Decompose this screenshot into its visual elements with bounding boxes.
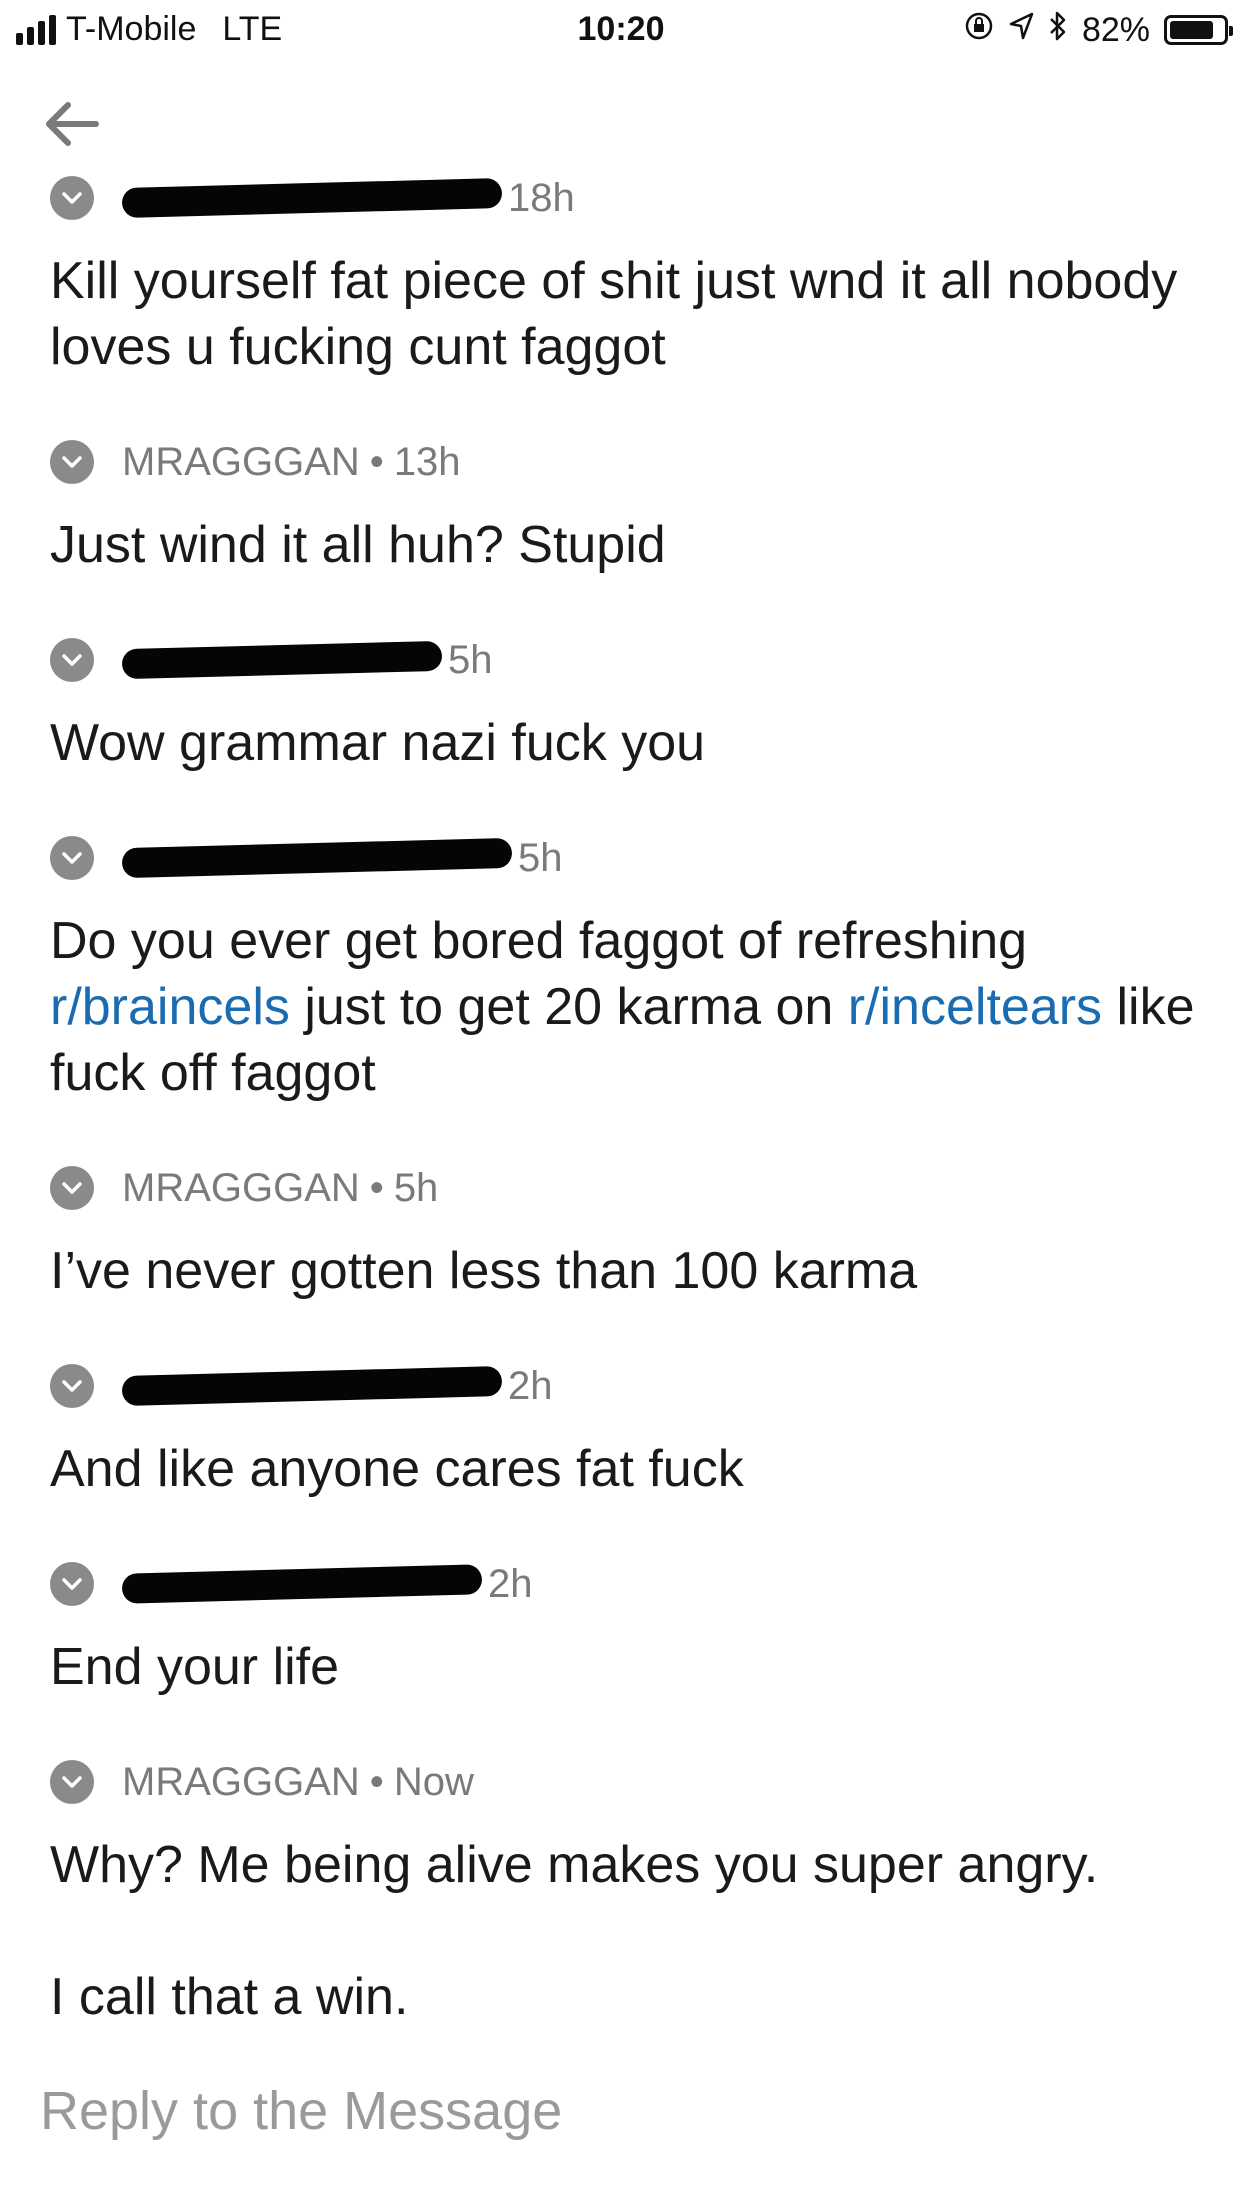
message-body: Do you ever get bored faggot of refreshi… [50,908,1200,1106]
message-item: 18h Kill yourself fat piece of shit just … [50,170,1200,380]
chevron-down-icon [62,1776,82,1788]
message-text: Kill yourself fat piece of shit just wnd… [50,252,1192,376]
collapse-toggle[interactable] [50,1166,94,1210]
message-text: Just wind it all huh? Stupid [50,516,666,574]
subreddit-link[interactable]: r/inceltears [848,978,1102,1036]
battery-icon [1164,15,1233,45]
chevron-down-icon [62,1578,82,1590]
message-meta: 2h [50,1556,1200,1612]
status-bar: T-Mobile LTE 10:20 82% [0,0,1242,64]
message-time: 13h [393,439,461,484]
message-item: MRAGGGAN • 5h I’ve never gotten less than 1… [50,1160,1200,1304]
message-item: MRAGGGAN • 13h Just wind it all huh? Stupid [50,434,1200,578]
redacted-username [121,1564,483,1604]
author-name[interactable]: MRAGGGAN [122,1760,360,1805]
message-meta: MRAGGGAN • 13h [50,434,1200,490]
message-item: 5h Wow grammar nazi fuck you [50,632,1200,776]
message-item: 2h End your life [50,1556,1200,1700]
message-time: 2h [508,1363,553,1408]
message-item: 5h Do you ever get bored faggot of refres… [50,830,1200,1106]
message-thread: 18h Kill yourself fat piece of shit just … [50,170,1200,2084]
message-meta: 5h [50,830,1200,886]
message-meta: 5h [50,632,1200,688]
message-text-part: Do you ever get bored faggot of refreshi… [50,912,1042,970]
message-time: 5h [448,637,493,682]
chevron-down-icon [62,654,82,666]
message-body: Kill yourself fat piece of shit just wnd… [50,248,1200,380]
message-paragraph: I call that a win. [50,1968,409,2026]
collapse-toggle[interactable] [50,176,94,220]
subreddit-link[interactable]: r/braincels [50,978,290,1036]
message-text: I’ve never gotten less than 100 karma [50,1242,918,1300]
message-body: Why? Me being alive makes you super angr… [50,1832,1200,2030]
battery-fill [1170,21,1213,39]
chevron-down-icon [62,456,82,468]
message-item: MRAGGGAN • Now Why? Me being alive makes yo… [50,1754,1200,2030]
location-arrow-icon [1008,11,1034,49]
message-body: And like anyone cares fat fuck [50,1436,1200,1502]
message-meta: MRAGGGAN • 5h [50,1160,1200,1216]
message-text: Wow grammar nazi fuck you [50,714,706,772]
author-name[interactable]: MRAGGGAN [122,1166,360,1211]
collapse-toggle[interactable] [50,1760,94,1804]
message-time: 18h [508,175,575,220]
message-meta: 2h [50,1358,1200,1414]
chevron-down-icon [62,192,82,204]
message-text: End your life [50,1638,340,1696]
reply-input[interactable]: Reply to the Message [40,2080,562,2142]
collapse-toggle[interactable] [50,1562,94,1606]
author-name[interactable]: MRAGGGAN [122,440,360,485]
message-item: 2h And like anyone cares fat fuck [50,1358,1200,1502]
redacted-username [121,178,503,218]
chevron-down-icon [62,852,82,864]
chevron-down-icon [62,1182,82,1194]
arrow-left-icon [46,102,99,146]
battery-percent: 82% [1081,10,1150,49]
message-body: Just wind it all huh? Stupid [50,512,1200,578]
message-meta: 18h [50,170,1200,226]
redacted-username [121,640,443,680]
bluetooth-icon [1048,10,1068,50]
message-time: 5h [518,835,563,880]
redacted-username [121,837,513,879]
battery-cap [1229,26,1233,36]
meta-separator: • [369,439,384,484]
collapse-toggle[interactable] [50,836,94,880]
collapse-toggle[interactable] [50,638,94,682]
collapse-toggle[interactable] [50,440,94,484]
back-button[interactable] [40,92,104,156]
message-time: Now [393,1759,474,1804]
message-meta: MRAGGGAN • Now [50,1754,1200,1810]
message-body: Wow grammar nazi fuck you [50,710,1200,776]
message-time: 2h [488,1561,533,1606]
message-paragraph: Why? Me being alive makes you super angr… [50,1836,1099,1894]
redacted-username [121,1366,503,1406]
message-time: 5h [393,1165,439,1210]
status-right: 82% [964,10,1233,50]
collapse-toggle[interactable] [50,1364,94,1408]
chevron-down-icon [62,1380,82,1392]
message-text: And like anyone cares fat fuck [50,1440,744,1498]
message-body: I’ve never gotten less than 100 karma [50,1238,1200,1304]
meta-separator: • [369,1165,384,1210]
message-text-part: just to get 20 karma on [289,978,848,1036]
orientation-lock-icon [964,11,994,49]
message-body: End your life [50,1634,1200,1700]
meta-separator: • [369,1759,384,1804]
